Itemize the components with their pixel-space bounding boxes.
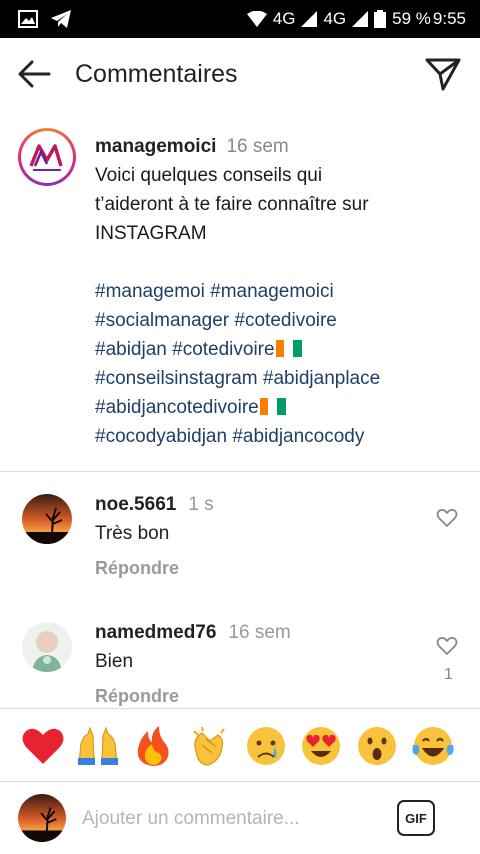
network-label: 4G [323, 9, 347, 28]
reply-button[interactable]: Répondre [95, 558, 179, 579]
telegram-icon [51, 10, 71, 28]
comment-username[interactable]: noe.5661 [95, 494, 176, 515]
comment-item: noe.5661 1 s Très bon Répondre [0, 472, 480, 592]
hashtag-link[interactable]: #managemoici [210, 281, 334, 302]
comment-text: Très bon [95, 523, 170, 544]
like-button[interactable] [436, 508, 458, 528]
heart-outline-icon [436, 508, 458, 527]
comment-username[interactable]: namedmed76 [95, 622, 216, 643]
comment-input[interactable] [82, 804, 382, 834]
comment-time: 1 s [188, 494, 214, 515]
back-button[interactable] [16, 56, 56, 92]
person-photo-avatar [22, 622, 72, 672]
avatar[interactable] [22, 494, 72, 544]
signal-icon [301, 11, 318, 27]
heart-outline-icon [436, 636, 458, 655]
caption-text-line: Voici quelques conseils qui [95, 165, 323, 186]
flag-stripe [268, 398, 278, 415]
caption-time: 16 sem [226, 136, 289, 157]
hashtag-link[interactable]: #socialmanager [95, 310, 229, 331]
comment-item: namedmed76 16 sem Bien Répondre 1 [0, 600, 480, 708]
wifi-icon [246, 11, 267, 27]
hashtag-list: #managemoi #managemoici #socialmanager #… [95, 277, 465, 451]
ivory-coast-flag-icon [259, 395, 286, 415]
tears-of-joy-emoji-icon[interactable] [410, 723, 456, 769]
flag-stripe [259, 398, 269, 415]
fire-emoji-icon[interactable] [130, 723, 176, 769]
gif-button[interactable]: GIF [397, 800, 435, 836]
avatar[interactable] [22, 622, 72, 672]
flag-stripe [284, 340, 293, 357]
crying-face-emoji-icon[interactable] [243, 723, 289, 769]
hashtag-link[interactable]: #abidjancocody [232, 426, 364, 447]
caption-text-line: t’aideront à te faire connaître sur [95, 194, 369, 215]
network-label: 4G [272, 9, 296, 28]
comment-time: 16 sem [228, 622, 291, 643]
hashtag-link[interactable]: #abidjanplace [263, 368, 380, 389]
arrow-left-icon [18, 60, 51, 88]
battery-percent: 59 % [392, 9, 431, 28]
hashtag-link[interactable]: #abidjan [95, 339, 167, 360]
page-title: Commentaires [75, 60, 238, 88]
managemoici-logo [24, 134, 70, 180]
battery-icon [374, 10, 387, 28]
emoji-reaction-bar [0, 708, 480, 782]
gallery-icon [18, 10, 38, 28]
red-heart-emoji-icon[interactable] [20, 723, 66, 769]
surprised-face-emoji-icon[interactable] [354, 723, 400, 769]
hashtag-link[interactable]: #conseilsinstagram [95, 368, 258, 389]
comment-composer: GIF [0, 782, 480, 854]
hashtag-link[interactable]: #cocodyabidjan [95, 426, 227, 447]
share-button[interactable] [424, 55, 464, 93]
heart-eyes-emoji-icon[interactable] [298, 723, 344, 769]
sunset-tree-avatar [22, 494, 72, 544]
avatar[interactable] [18, 128, 76, 186]
hashtag-link[interactable]: #cotedivoire [172, 339, 274, 360]
flag-stripe [277, 398, 286, 415]
like-button[interactable] [436, 636, 458, 656]
post-caption: managemoici 16 sem Voici quelques conseil… [0, 110, 480, 472]
hashtag-link[interactable]: #managemoi [95, 281, 205, 302]
avatar[interactable] [18, 794, 66, 842]
comment-text: Bien [95, 651, 134, 672]
clock: 9:55 [432, 9, 466, 28]
hashtag-link[interactable]: #abidjancotedivoire [95, 397, 259, 418]
reply-button[interactable]: Répondre [95, 686, 179, 707]
flag-stripe [275, 340, 285, 357]
sunset-tree-avatar [18, 794, 66, 842]
caption-text-line: INSTAGRAM [95, 223, 207, 244]
hashtag-link[interactable]: #cotedivoire [234, 310, 336, 331]
header: Commentaires [0, 38, 480, 110]
like-count[interactable]: 1 [444, 666, 453, 684]
raising-hands-emoji-icon[interactable] [75, 723, 121, 769]
paper-plane-icon [425, 58, 461, 91]
status-bar: 4G 4G 59 % 9:55 [0, 0, 480, 38]
signal-icon [352, 11, 369, 27]
flag-stripe [292, 340, 302, 357]
ivory-coast-flag-icon [275, 337, 302, 357]
clapping-hands-emoji-icon[interactable] [187, 723, 233, 769]
caption-username[interactable]: managemoici [95, 136, 216, 157]
